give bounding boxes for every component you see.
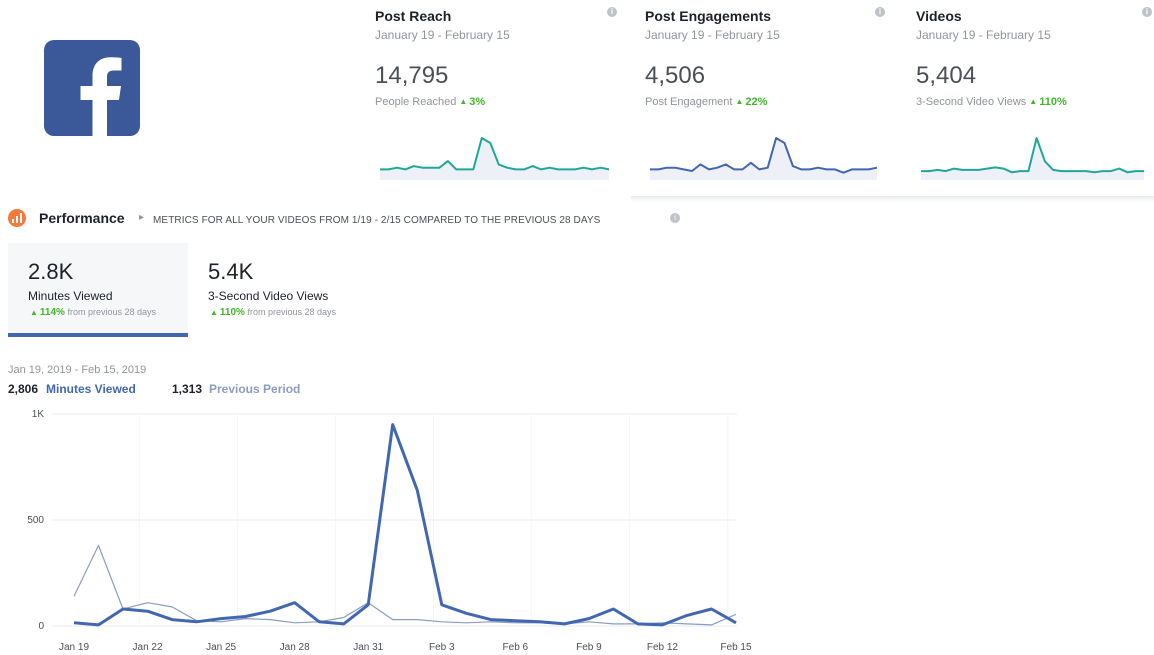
tab-change-suffix: from previous 28 days <box>247 307 337 317</box>
sparkline-area <box>921 138 1144 180</box>
performance-chart-icon <box>8 209 26 227</box>
y-tick-label: 1K <box>32 409 45 420</box>
info-icon[interactable]: i <box>607 7 617 17</box>
card-value: 4,506 <box>645 62 706 89</box>
card-title: Post Engagements <box>645 8 772 24</box>
legend-previous-period-total: 1,313 <box>172 382 203 396</box>
x-tick-label: Jan 31 <box>353 642 383 653</box>
card-metric: 3-Second Video Views110% <box>916 96 1067 108</box>
performance-description: METRICS FOR ALL YOUR VIDEOS FROM 1/19 - … <box>153 215 601 226</box>
tab-minutes-viewed[interactable]: 2.8K Minutes Viewed 114% from previous 2… <box>8 243 188 337</box>
x-tick-label: Jan 25 <box>206 642 236 653</box>
x-tick-label: Feb 12 <box>647 642 679 653</box>
legend-previous-period[interactable]: Previous Period <box>209 382 300 396</box>
x-tick-label: Feb 6 <box>503 642 529 653</box>
facebook-f-icon <box>80 57 122 136</box>
tab-change: 114% from previous 28 days <box>30 307 156 318</box>
info-icon[interactable]: i <box>670 213 680 223</box>
post-reach-sparkline <box>380 137 610 180</box>
tab-change-pct: 110% <box>210 307 245 318</box>
info-icon[interactable]: i <box>875 7 885 17</box>
x-tick-label: Jan 28 <box>280 642 310 653</box>
card-change: 22% <box>735 96 767 108</box>
tab-label: Minutes Viewed <box>28 289 113 303</box>
sparkline-area <box>380 138 609 180</box>
y-tick-label: 0 <box>38 621 44 632</box>
minutes-viewed-chart: 0 500 1K Jan 19 Jan 22 Jan 25 Jan 28 Jan 31 Feb … <box>27 409 752 653</box>
videos-sparkline <box>921 137 1144 180</box>
cards-divider <box>631 196 1154 202</box>
tab-change-suffix: from previous 28 days <box>67 307 157 317</box>
tab-change: 110% from previous 28 days <box>210 307 336 318</box>
tab-label: 3-Second Video Views <box>208 289 329 303</box>
card-change: 110% <box>1029 96 1067 108</box>
card-title: Videos <box>916 8 962 24</box>
card-value: 5,404 <box>916 62 977 89</box>
x-tick-label: Jan 19 <box>59 642 89 653</box>
chart-date-range: Jan 19, 2019 - Feb 15, 2019 <box>8 364 147 376</box>
minutes-viewed-line <box>73 423 737 627</box>
legend-minutes-viewed[interactable]: Minutes Viewed <box>46 382 136 396</box>
card-metric-label: 3-Second Video Views <box>916 96 1027 108</box>
videos-card[interactable]: Videos January 19 - February 15 5,404 3-… <box>916 0 1154 198</box>
y-tick-label: 500 <box>27 515 44 526</box>
card-title: Post Reach <box>375 8 452 24</box>
post-engagements-card[interactable]: Post Engagements January 19 - February 1… <box>645 0 890 198</box>
x-tick-label: Jan 22 <box>133 642 163 653</box>
x-tick-label: Feb 15 <box>720 642 752 653</box>
card-date-range: January 19 - February 15 <box>645 28 780 42</box>
info-icon[interactable]: i <box>1142 7 1152 17</box>
facebook-logo <box>44 40 140 136</box>
tab-value: 5.4K <box>208 259 254 284</box>
sparkline-line <box>650 137 878 174</box>
card-metric-label: Post Engagement <box>645 96 733 108</box>
tab-change-pct: 114% <box>30 307 65 318</box>
card-change: 3% <box>459 96 485 108</box>
post-reach-card[interactable]: Post Reach January 19 - February 15 14,7… <box>375 0 620 198</box>
card-date-range: January 19 - February 15 <box>375 28 510 42</box>
tab-value: 2.8K <box>28 259 74 284</box>
previous-period-line <box>73 544 737 626</box>
card-date-range: January 19 - February 15 <box>916 28 1051 42</box>
card-metric-label: People Reached <box>375 96 457 108</box>
chevron-right-icon: ▸ <box>139 212 145 223</box>
x-tick-label: Feb 3 <box>429 642 455 653</box>
performance-title[interactable]: Performance <box>39 210 125 226</box>
x-tick-label: Feb 9 <box>576 642 602 653</box>
post-engagements-sparkline <box>650 137 878 180</box>
sparkline-area <box>650 138 877 180</box>
legend-minutes-viewed-total: 2,806 <box>8 382 39 396</box>
tab-3-second-video-views[interactable]: 5.4K 3-Second Video Views 110% from prev… <box>190 243 370 337</box>
card-metric: People Reached3% <box>375 96 485 108</box>
card-metric: Post Engagement22% <box>645 96 767 108</box>
card-value: 14,795 <box>375 62 449 89</box>
